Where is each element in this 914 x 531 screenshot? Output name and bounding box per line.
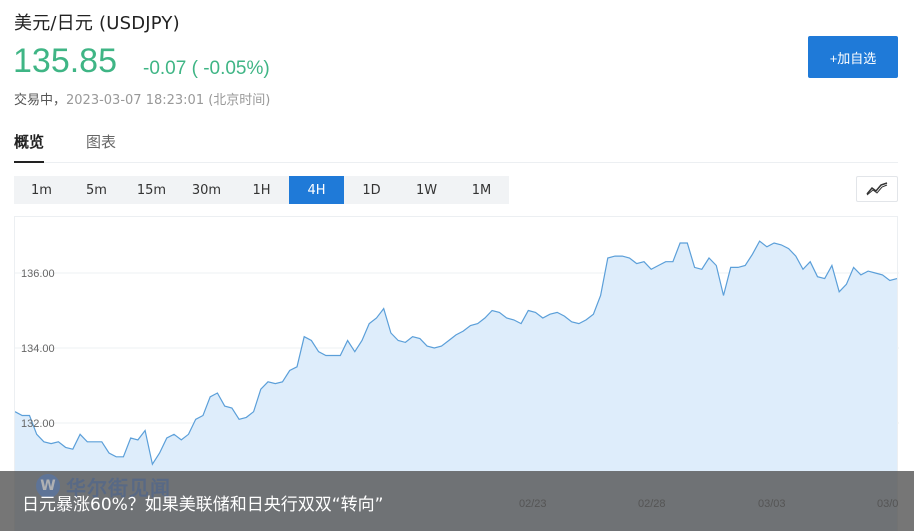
news-headline[interactable]: 日元暴涨60%？如果美联储和日央行双双“转向”	[22, 490, 383, 515]
x-axis-label: 03/03	[758, 498, 786, 510]
timestamp: 2023-03-07 18:23:01 (北京时间)	[66, 93, 271, 108]
period-1mo[interactable]: 1M	[454, 176, 509, 204]
chart-type-button[interactable]	[856, 176, 898, 202]
y-axis-tick-label: 132.00	[21, 418, 55, 430]
add-to-watchlist-button[interactable]: +加自选	[808, 36, 898, 78]
period-5m[interactable]: 5m	[69, 176, 124, 204]
page-title: 美元/日元 (USDJPY)	[14, 13, 180, 34]
y-axis-tick-label: 136.00	[21, 268, 55, 280]
current-price: 135.85	[13, 42, 117, 80]
x-axis-label: 03/0	[877, 498, 899, 510]
period-1m[interactable]: 1m	[14, 176, 69, 204]
period-30m[interactable]: 30m	[179, 176, 234, 204]
period-1d[interactable]: 1D	[344, 176, 399, 204]
tab-chart[interactable]: 图表	[86, 131, 116, 152]
tab-overview[interactable]: 概览	[14, 131, 44, 152]
period-selector: 1m 5m 15m 30m 1H 4H 1D 1W 1M	[14, 176, 509, 204]
period-1w[interactable]: 1W	[399, 176, 454, 204]
x-axis-label: 02/23	[519, 498, 547, 510]
y-axis-tick-label: 134.00	[21, 343, 55, 355]
price-change: -0.07 ( -0.05%)	[143, 58, 270, 79]
period-15m[interactable]: 15m	[124, 176, 179, 204]
status-text: 交易中，	[14, 93, 67, 108]
period-1h[interactable]: 1H	[234, 176, 289, 204]
period-4h[interactable]: 4H	[289, 176, 344, 204]
line-chart-icon	[866, 182, 888, 196]
trading-status: 交易中，2023-03-07 18:23:01 (北京时间)	[14, 89, 270, 108]
tab-bar: 概览 图表	[14, 127, 898, 163]
x-axis-label: 02/28	[638, 498, 666, 510]
active-tab-indicator	[14, 161, 44, 163]
